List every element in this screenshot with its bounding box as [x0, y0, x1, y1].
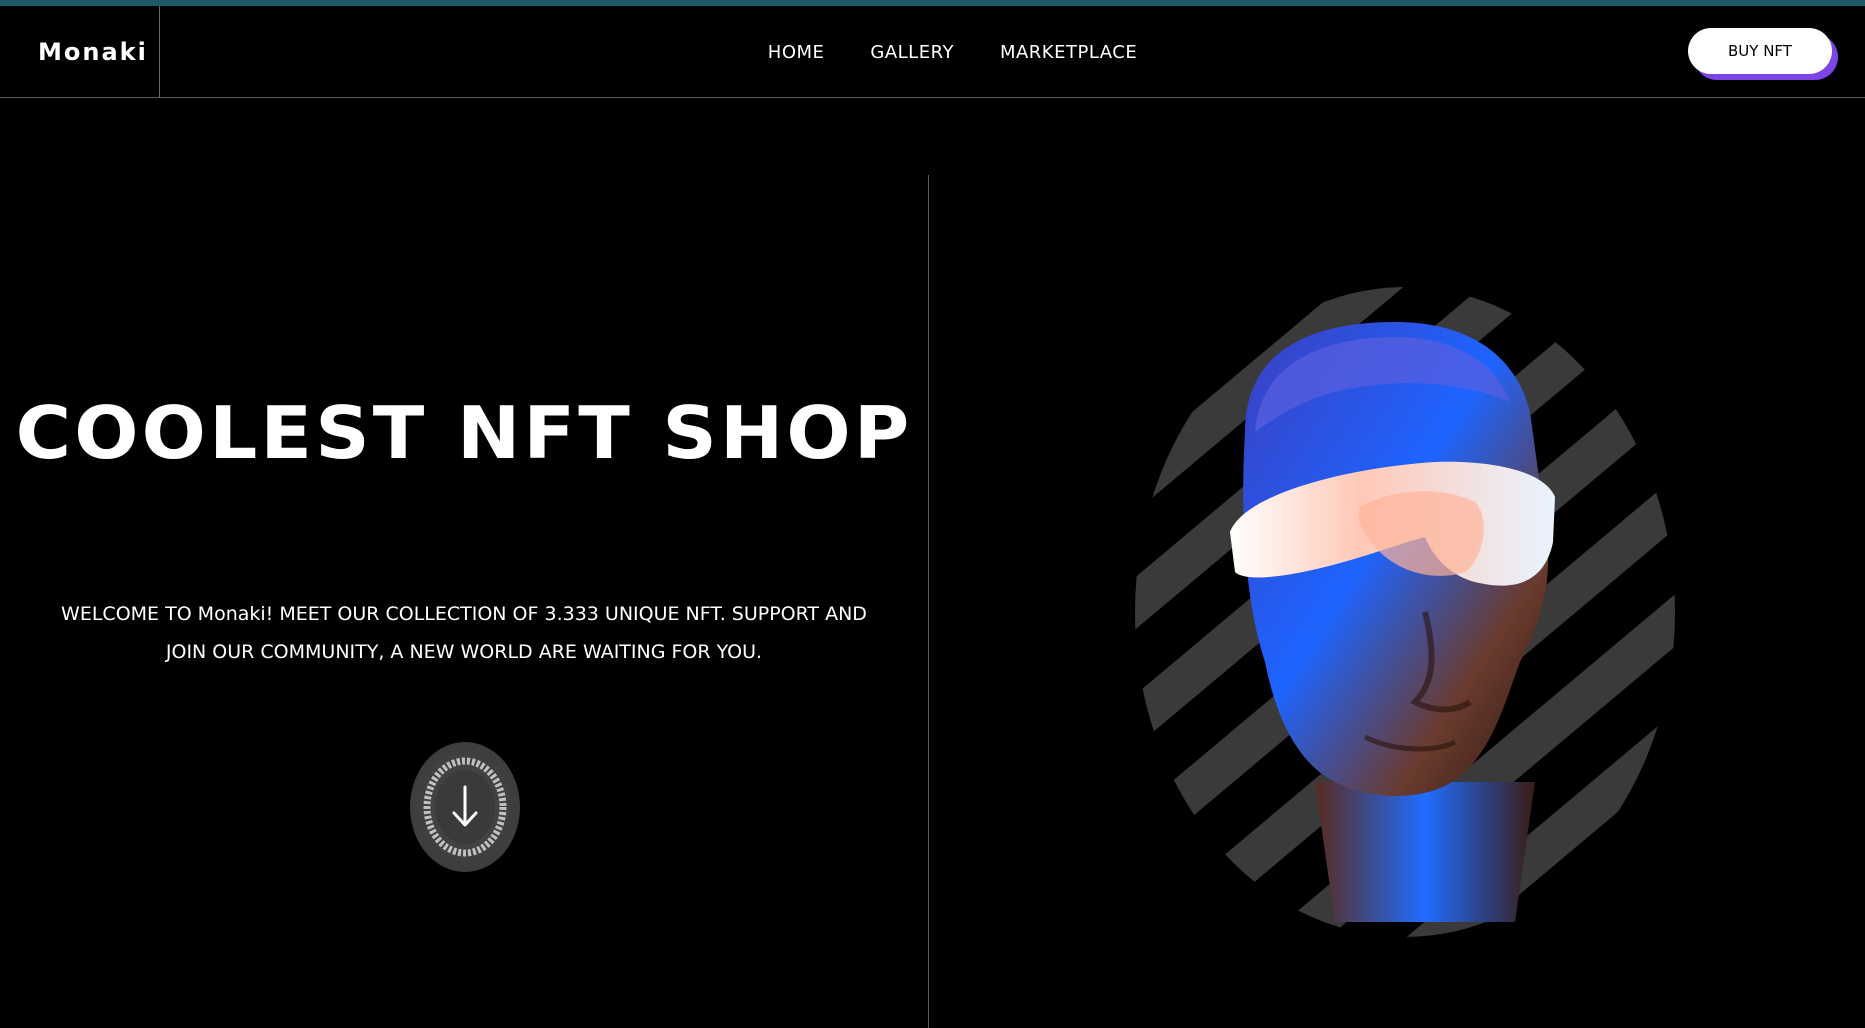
- main-nav: HOME GALLERY MARKETPLACE: [0, 6, 1865, 98]
- nav-gallery[interactable]: GALLERY: [870, 42, 954, 63]
- buy-nft-button-wrap: BUY NFT: [1688, 28, 1838, 80]
- nav-home[interactable]: HOME: [768, 42, 825, 63]
- hero-subtitle-line-1: WELCOME TO Monaki! MEET OUR COLLECTION O…: [61, 603, 867, 625]
- logo-container: Monaki: [0, 6, 160, 98]
- logo[interactable]: Monaki: [38, 38, 148, 66]
- nav-marketplace[interactable]: MARKETPLACE: [1000, 42, 1137, 63]
- scroll-down-button[interactable]: [410, 742, 520, 872]
- nft-hero-image: [1135, 282, 1685, 937]
- arrow-down-icon: [423, 757, 507, 857]
- site-header: Monaki HOME GALLERY MARKETPLACE BUY NFT: [0, 6, 1865, 98]
- vertical-divider: [928, 175, 929, 1028]
- hero-title: COOLEST NFT SHOP: [15, 391, 913, 475]
- buy-nft-button[interactable]: BUY NFT: [1688, 28, 1832, 74]
- hero-subtitle: WELCOME TO Monaki! MEET OUR COLLECTION O…: [40, 595, 888, 671]
- hero-subtitle-line-2: JOIN OUR COMMUNITY, A NEW WORLD ARE WAIT…: [165, 641, 763, 663]
